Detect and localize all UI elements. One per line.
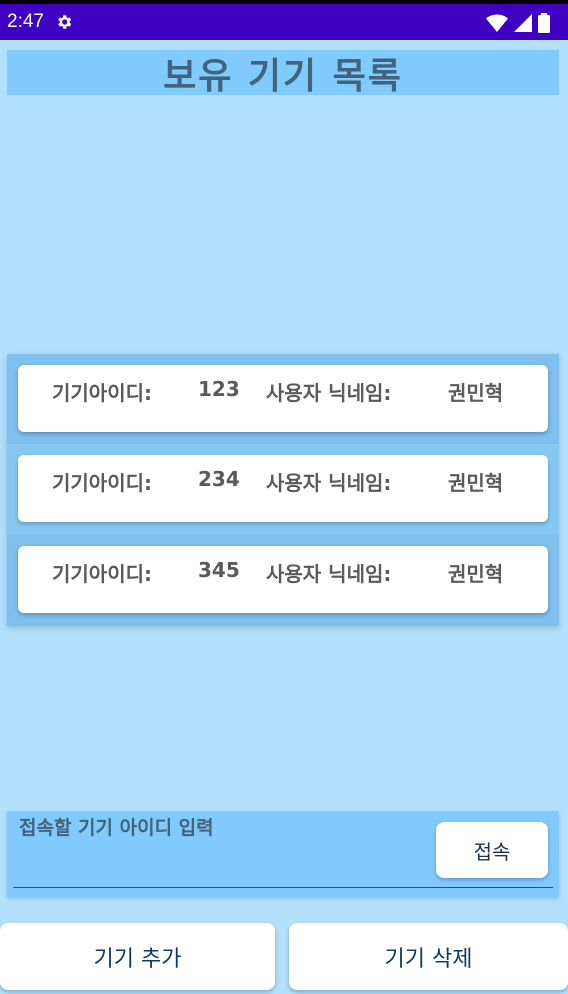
device-id-label: 기기아이디:	[52, 471, 152, 495]
device-id-value: 234	[198, 467, 240, 491]
nickname-value: 권민혁	[448, 562, 504, 586]
status-icons	[486, 13, 550, 33]
device-card[interactable]: 기기아이디: 123 사용자 닉네임: 권민혁	[18, 365, 548, 432]
device-card[interactable]: 기기아이디: 345 사용자 닉네임: 권민혁	[18, 546, 548, 613]
connect-panel: 접속할 기기 아이디 입력 접속	[7, 811, 559, 897]
device-list[interactable]: 기기아이디: 123 사용자 닉네임: 권민혁 기기아이디: 234 사용자 닉…	[7, 354, 559, 626]
nickname-label: 사용자 닉네임:	[266, 471, 392, 495]
nickname-value: 권민혁	[448, 381, 504, 405]
nickname-value: 권민혁	[448, 471, 504, 495]
device-id-value: 345	[198, 558, 240, 582]
signal-icon	[514, 14, 532, 32]
gear-icon	[58, 15, 72, 29]
nickname-label: 사용자 닉네임:	[266, 381, 392, 405]
list-item[interactable]: 기기아이디: 123 사용자 닉네임: 권민혁	[7, 354, 559, 444]
battery-icon	[538, 13, 550, 33]
delete-device-button[interactable]: 기기 삭제	[289, 923, 568, 990]
device-id-label: 기기아이디:	[52, 562, 152, 586]
add-device-button[interactable]: 기기 추가	[0, 923, 275, 990]
device-id-input-placeholder: 접속할 기기 아이디 입력	[19, 817, 214, 839]
device-id-value: 123	[198, 377, 240, 401]
wifi-icon	[486, 14, 508, 32]
device-id-label: 기기아이디:	[52, 381, 152, 405]
nickname-label: 사용자 닉네임:	[266, 562, 392, 586]
status-time: 2:47	[7, 11, 44, 32]
list-item[interactable]: 기기아이디: 234 사용자 닉네임: 권민혁	[7, 444, 559, 534]
device-card[interactable]: 기기아이디: 234 사용자 닉네임: 권민혁	[18, 455, 548, 522]
status-bar: 2:47	[0, 0, 568, 40]
title-bar: 보유 기기 목록	[7, 50, 559, 97]
list-item[interactable]: 기기아이디: 345 사용자 닉네임: 권민혁	[7, 535, 559, 625]
page-title: 보유 기기 목록	[163, 55, 403, 97]
connect-button[interactable]: 접속	[436, 822, 548, 878]
